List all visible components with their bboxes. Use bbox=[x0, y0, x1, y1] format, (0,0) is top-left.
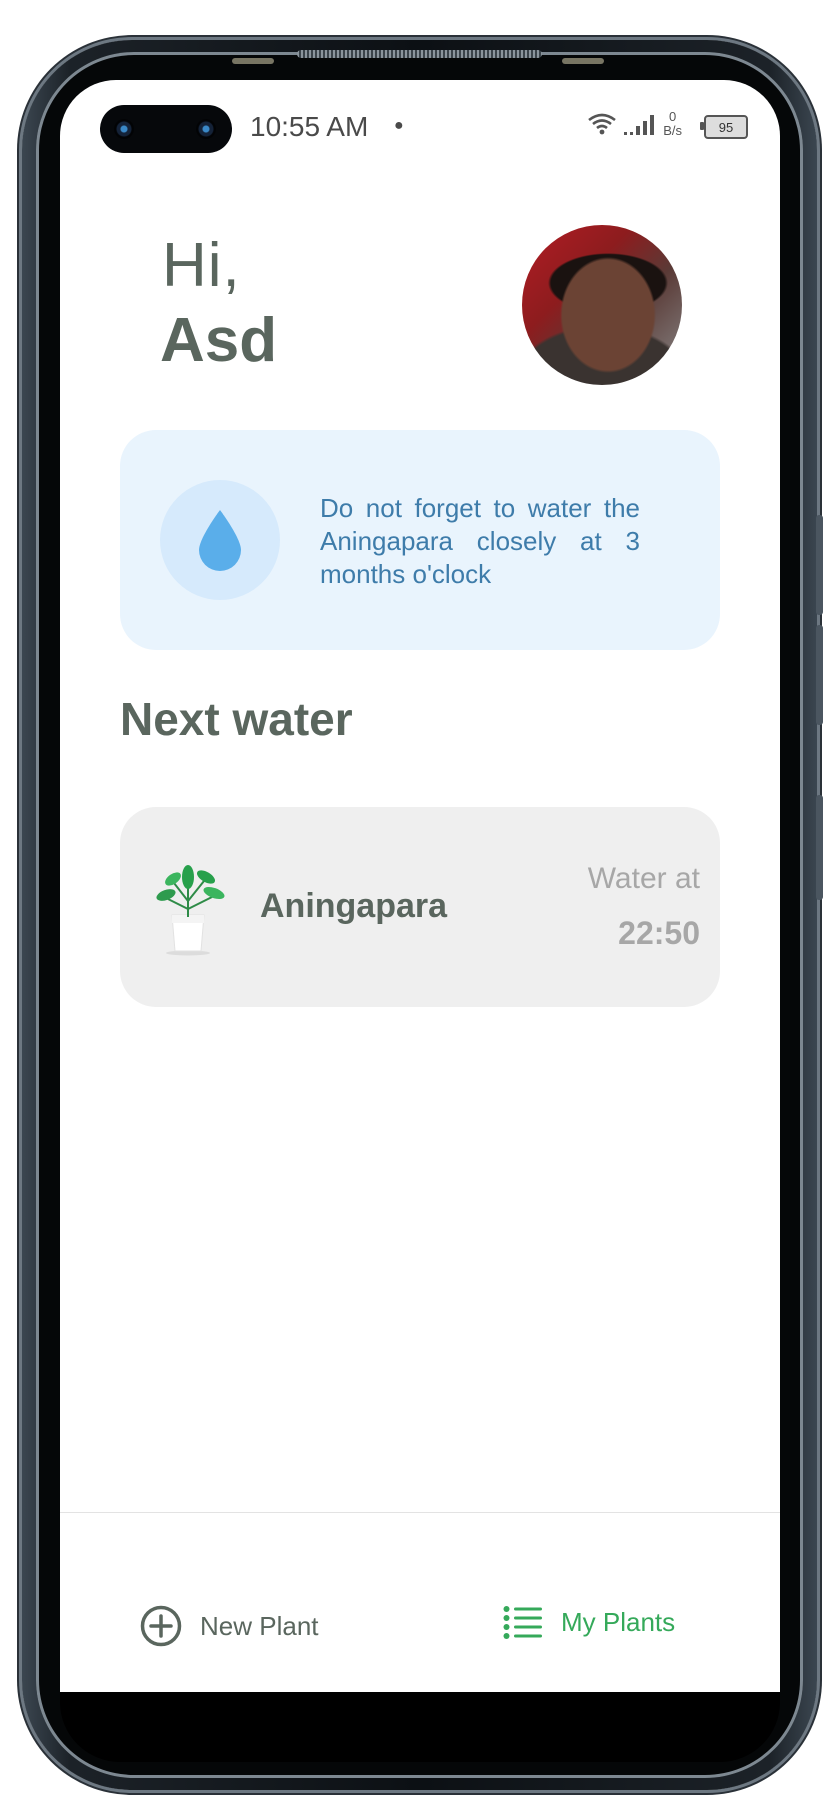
front-camera-icon bbox=[114, 119, 134, 139]
plus-circle-icon bbox=[140, 1605, 182, 1647]
volume-down-button bbox=[816, 625, 823, 725]
network-speed-unit: B/s bbox=[663, 123, 682, 138]
proximity-sensor bbox=[232, 58, 274, 64]
light-sensor bbox=[562, 58, 604, 64]
earpiece-speaker bbox=[297, 50, 542, 58]
front-camera-icon bbox=[196, 119, 216, 139]
greeting-hi: Hi, bbox=[162, 231, 241, 300]
status-time: 10:55 AM bbox=[250, 111, 369, 142]
plant-card[interactable]: Aningapara Water at 22:50 bbox=[120, 807, 720, 1007]
avatar[interactable] bbox=[522, 225, 682, 385]
water-reminder-card: Do not forget to water the Aningapara cl… bbox=[120, 430, 720, 650]
punch-hole-camera bbox=[100, 105, 232, 153]
new-plant-label: New Plant bbox=[200, 1610, 319, 1641]
my-plants-label: My Plants bbox=[561, 1606, 676, 1637]
greeting-username: Asd bbox=[160, 306, 278, 375]
reminder-message: Do not forget to water the Aningapara cl… bbox=[320, 493, 640, 589]
bottom-nav-divider bbox=[60, 1512, 780, 1513]
water-drop-icon bbox=[199, 510, 241, 571]
water-time: 22:50 bbox=[618, 915, 700, 951]
wifi-icon bbox=[588, 113, 616, 135]
network-speed: 0 B/s bbox=[663, 110, 682, 138]
plant-name: Aningapara bbox=[260, 887, 448, 925]
water-drop-badge bbox=[160, 480, 280, 600]
app-screen: 10:55 AM ● 0 B/s 95 Hi, Asd Do not forge… bbox=[60, 80, 780, 1692]
battery-level: 95 bbox=[718, 119, 734, 135]
new-plant-button[interactable]: New Plant bbox=[140, 1605, 319, 1647]
potted-plant-icon bbox=[156, 865, 225, 956]
status-icons: 0 B/s bbox=[587, 104, 692, 144]
screen-bottom-bezel bbox=[60, 1692, 780, 1762]
water-at-label: Water at bbox=[587, 862, 700, 895]
next-water-title: Next water bbox=[120, 693, 353, 745]
notification-dot-icon: ● bbox=[394, 117, 404, 134]
battery-icon: 95 bbox=[700, 115, 748, 139]
list-icon bbox=[503, 1606, 542, 1639]
network-speed-value: 0 bbox=[668, 109, 677, 124]
volume-up-button bbox=[816, 515, 823, 615]
power-button bbox=[816, 795, 823, 900]
signal-bars-icon bbox=[624, 115, 655, 135]
my-plants-button[interactable]: My Plants bbox=[503, 1605, 675, 1639]
